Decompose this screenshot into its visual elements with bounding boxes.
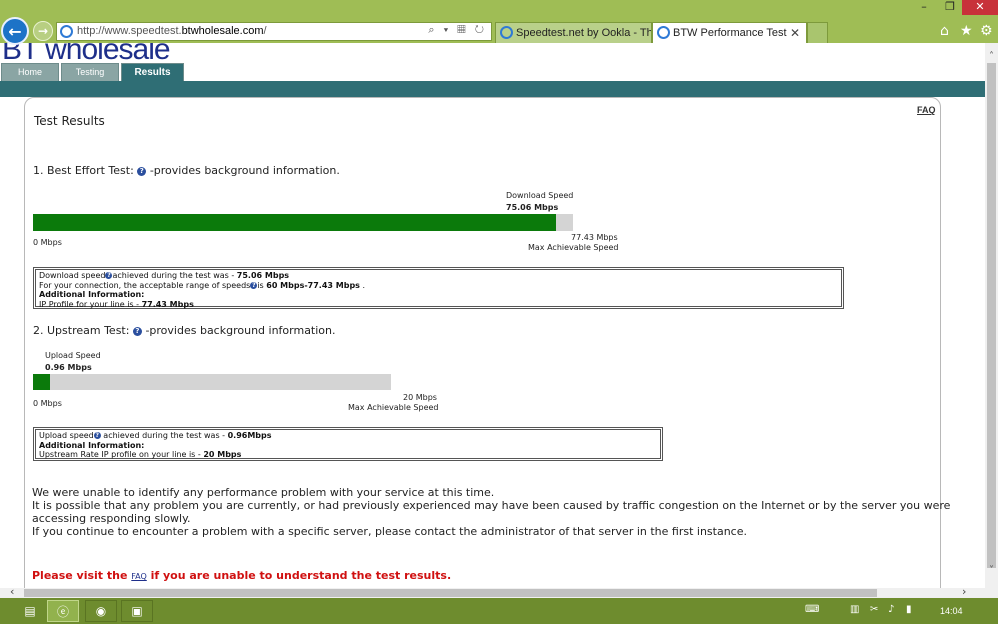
file-explorer-icon[interactable]: ▤ [14,600,46,622]
upload-max-label: Max Achievable Speed [348,403,439,412]
scroll-right-icon[interactable]: › [962,585,966,598]
ie-page-icon [60,25,73,38]
back-arrow-icon: ← [8,21,22,41]
download-speed-label: Download Speed [506,191,574,200]
keyboard-icon[interactable]: ⌨ [805,604,819,615]
summary-line: If you continue to encounter a problem w… [32,525,747,538]
horizontal-scroll-thumb[interactable] [24,589,877,597]
download-max-label: Max Achievable Speed [528,243,619,252]
action-center-icon[interactable]: ▥ [850,604,859,615]
vertical-scrollbar[interactable]: ˄ ˅ [985,43,998,588]
browser-chrome: – ❐ ✕ ← → http://www.speedtest.btwholesa… [0,0,998,45]
chrome-icon[interactable]: ◉ [85,600,117,622]
upload-info-box: Upload speed? achieved during the test w… [33,427,663,461]
forward-arrow-icon: → [37,24,49,38]
home-icon[interactable]: ⌂ [940,23,949,39]
upload-speed-bar-fill [33,374,51,390]
address-url: http://www.speedtest.btwholesale.com/ [77,25,267,37]
back-button[interactable]: ← [1,17,29,45]
ie-tab-icon [657,26,670,39]
vertical-scroll-thumb[interactable] [987,63,996,568]
address-tools-icons[interactable]: ⌕ ▾ ▦ ↻ [428,24,487,37]
scroll-down-icon[interactable]: ˅ [985,565,998,576]
address-bar[interactable]: http://www.speedtest.btwholesale.com/ ⌕ … [56,22,492,41]
download-additional-info-label: Additional Information: [39,290,145,299]
summary-line: It is possible that any problem you are … [32,499,951,512]
summary-text: We were unable to identify any performan… [32,486,950,538]
site-tab-home[interactable]: Home [1,63,59,82]
download-ip-profile-line: IP Profile for your line is - 77.43 Mbps [39,299,194,309]
upload-speed-label: Upload Speed [45,351,101,360]
upload-speed-bar [33,374,391,390]
forward-button[interactable]: → [33,21,53,41]
page-title: Test Results [34,114,105,128]
taskbar: ▤ ⓔ ◉ ▣ ⌨ ▥ ✂ ♪ ▮ 14:04 [0,598,998,624]
download-speed-bar-fill [33,214,557,231]
results-panel: FAQ Test Results 1. Best Effort Test: ? … [24,97,950,588]
download-speed-value: 75.06 Mbps [506,203,559,212]
download-info-line: Download speed? achieved during the test … [39,271,290,280]
tab-btw-performance[interactable]: BTW Performance Test ✕ [652,22,807,44]
close-window-button[interactable]: ✕ [962,0,998,15]
upload-speed-value: 0.96 Mbps [45,363,92,372]
help-icon[interactable]: ? [132,327,142,336]
favorites-star-icon[interactable]: ★ [960,23,973,39]
upload-ip-profile-line: Upstream Rate IP profile on your line is… [39,450,242,459]
faq-notice: Please visit the FAQ if you are unable t… [32,569,452,582]
upload-min-label: 0 Mbps [33,399,62,408]
volume-icon[interactable]: ♪ [888,604,894,615]
summary-line: We were unable to identify any performan… [32,486,495,499]
new-tab-button[interactable] [807,22,828,43]
tab-title: BTW Performance Test [673,27,787,39]
page-viewport: BT wholesale Home Testing Results FAQ Te… [0,43,998,588]
site-header: BT wholesale Home Testing Results [0,43,985,83]
scroll-left-icon[interactable]: ‹ [10,585,14,598]
minimize-button[interactable]: – [912,0,936,15]
upload-additional-info-label: Additional Information: [39,440,145,450]
tools-icon[interactable]: ✂ [870,604,878,615]
tab-close-icon[interactable]: ✕ [790,26,800,40]
maximize-button[interactable]: ❐ [938,0,962,15]
tab-title: Speedtest.net by Ookla - The G... [516,27,651,39]
upload-info-line: Upload speed? achieved during the test w… [39,431,272,440]
header-bar [0,81,985,97]
summary-line: accessing responding slowly. [32,512,191,525]
download-range-line: For your connection, the acceptable rang… [39,280,366,290]
download-max-value: 77.43 Mbps [571,233,618,242]
internet-explorer-icon[interactable]: ⓔ [47,600,79,622]
faq-inline-link[interactable]: FAQ [131,572,147,581]
download-min-label: 0 Mbps [33,238,62,247]
ie-tab-icon [500,26,513,39]
upload-test-heading: 2. Upstream Test: ? -provides background… [33,324,336,337]
download-test-heading: 1. Best Effort Test: ? -provides backgro… [33,164,340,177]
upload-max-value: 20 Mbps [403,393,437,402]
scroll-up-icon[interactable]: ˄ [985,51,998,62]
site-tab-testing[interactable]: Testing [61,63,119,82]
clock[interactable]: 14:04 [940,606,963,616]
horizontal-scrollbar[interactable]: ‹ › [0,585,998,598]
gear-icon[interactable]: ⚙ [980,23,993,39]
help-icon[interactable]: ? [137,167,147,176]
download-speed-bar [33,214,573,231]
help-icon[interactable]: ? [93,432,101,439]
tab-speedtest[interactable]: Speedtest.net by Ookla - The G... [495,22,652,43]
download-info-box: Download speed? achieved during the test … [33,267,844,309]
app-window-icon[interactable]: ▣ [121,600,153,622]
network-icon[interactable]: ▮ [906,604,912,615]
site-tab-results[interactable]: Results [121,63,184,83]
faq-link[interactable]: FAQ [917,105,936,115]
